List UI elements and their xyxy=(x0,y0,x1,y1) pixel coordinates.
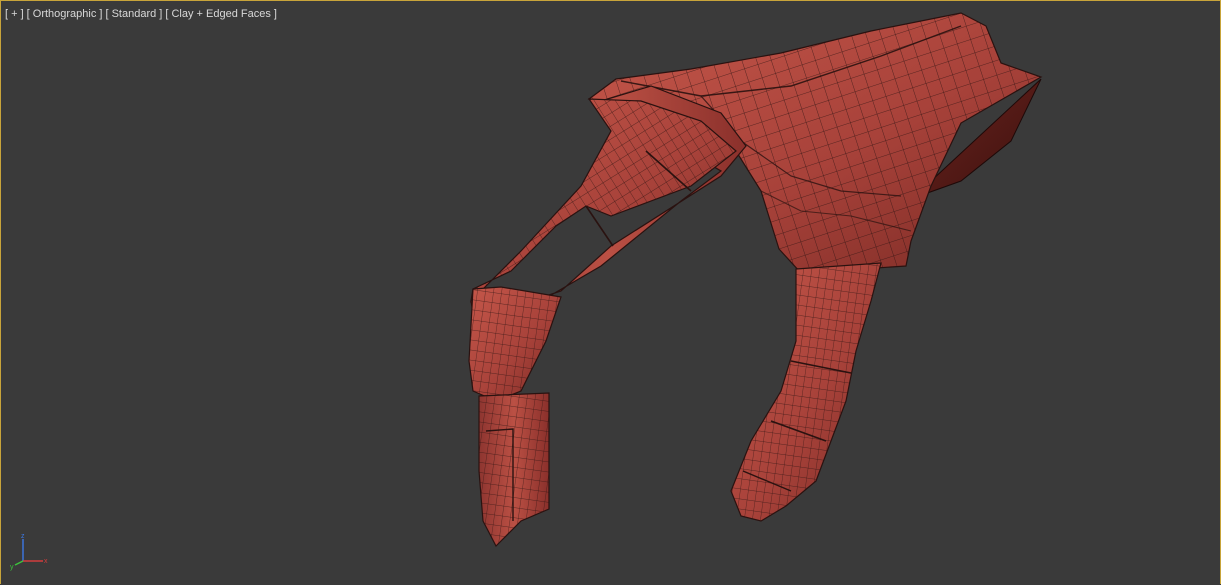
axis-gizmo: z x y xyxy=(10,533,48,571)
hand-mesh-model[interactable] xyxy=(1,1,1221,584)
axis-y-line xyxy=(14,560,24,566)
axis-z-label: z xyxy=(21,533,25,540)
finger-thumb xyxy=(730,262,882,522)
finger-index-tip xyxy=(468,286,562,548)
axis-y-label: y xyxy=(10,564,14,571)
axis-x-label: x xyxy=(44,558,48,565)
viewport-perspective[interactable]: [ + ] [ Orthographic ] [ Standard ] [ Cl… xyxy=(0,0,1221,584)
